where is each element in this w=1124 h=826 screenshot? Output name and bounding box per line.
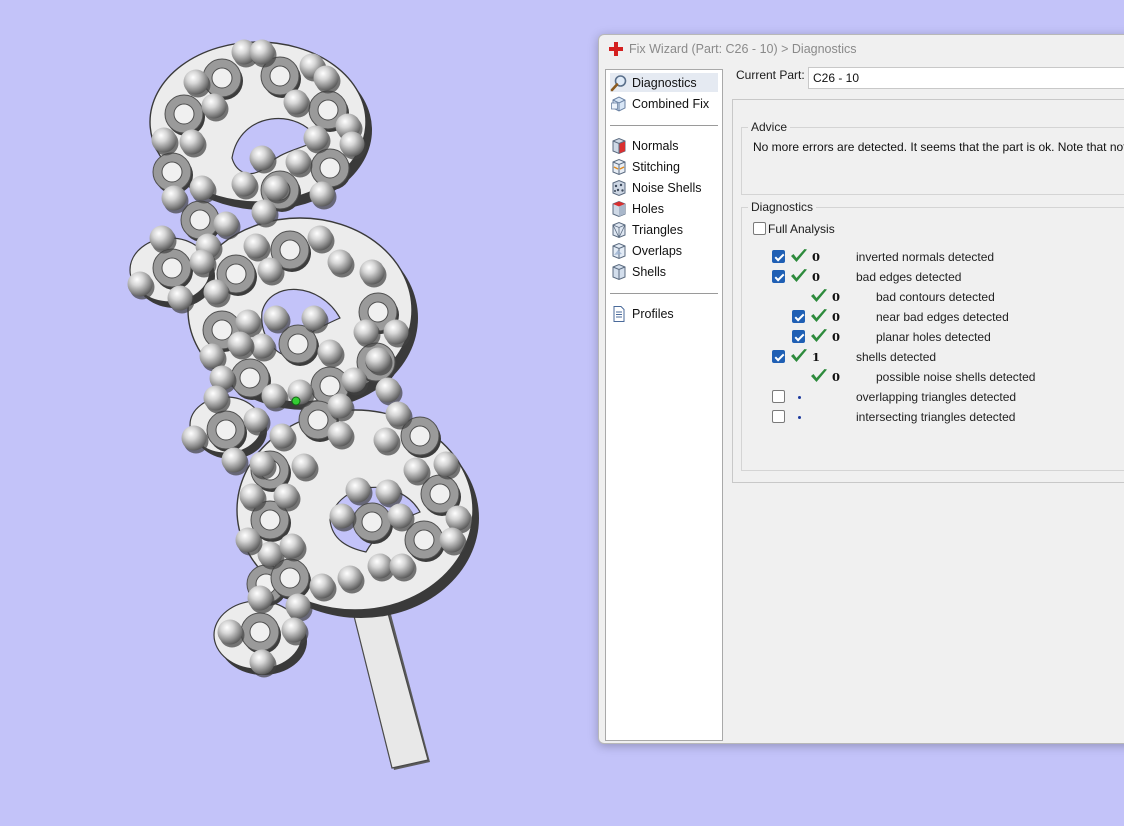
title-bar[interactable]: Fix Wizard (Part: C26 - 10) > Diagnostic… <box>599 35 1124 63</box>
nav-item-profiles[interactable]: Profiles <box>610 304 718 323</box>
row-checkbox[interactable] <box>772 270 785 283</box>
nav-item-stitching[interactable]: Stitching <box>610 157 718 176</box>
nav-item-noise-shells[interactable]: Noise Shells <box>610 178 718 197</box>
red-cross-icon <box>609 42 623 56</box>
magnifier-icon <box>610 74 627 91</box>
nav-item-holes[interactable]: Holes <box>610 199 718 218</box>
nav-separator <box>610 293 718 294</box>
advice-group: Advice No more errors are detected. It s… <box>741 120 1124 195</box>
window-title: Fix Wizard (Part: C26 - 10) > Diagnostic… <box>629 42 857 56</box>
checkmark-icon <box>811 369 827 382</box>
checkmark-icon <box>791 349 807 362</box>
full-analysis-label: Full Analysis <box>768 222 835 236</box>
normals-icon <box>612 137 626 154</box>
row-label: bad edges detected <box>856 270 962 284</box>
nav-item-triangles[interactable]: Triangles <box>610 220 718 239</box>
fix-wizard-dialog: Fix Wizard (Part: C26 - 10) > Diagnostic… <box>598 34 1124 744</box>
triangles-icon <box>612 221 626 238</box>
diagnostics-group: Diagnostics Full Analysis 0 inverted norm… <box>741 200 1124 471</box>
row-count: 0 <box>832 290 841 304</box>
current-part-label: Current Part: <box>736 68 805 82</box>
nav-item-overlaps[interactable]: Overlaps <box>610 241 718 260</box>
current-part-field[interactable]: C26 - 10 <box>808 67 1124 89</box>
row-count: 0 <box>832 370 841 384</box>
diagnostics-panel: Advice No more errors are detected. It s… <box>732 99 1124 483</box>
shells-icon <box>612 263 626 280</box>
wizard-nav: Diagnostics Combined Fix Normals Stitchi… <box>605 69 723 741</box>
nav-item-shells[interactable]: Shells <box>610 262 718 281</box>
row-count: 0 <box>832 330 841 344</box>
row-count: 0 <box>812 250 821 264</box>
row-label: inverted normals detected <box>856 250 995 264</box>
nav-item-diagnostics[interactable]: Diagnostics <box>610 73 718 92</box>
row-count: 0 <box>832 310 841 324</box>
checkmark-icon <box>791 249 807 262</box>
profiles-icon <box>613 305 625 322</box>
pending-dot-icon <box>798 416 801 419</box>
stitching-icon <box>612 158 626 175</box>
checkmark-icon <box>811 289 827 302</box>
row-checkbox[interactable] <box>792 310 805 323</box>
row-label: possible noise shells detected <box>876 370 1036 384</box>
diagnostics-title: Diagnostics <box>748 200 817 214</box>
row-label: bad contours detected <box>876 290 995 304</box>
nav-item-normals[interactable]: Normals <box>610 136 718 155</box>
noise-shells-icon <box>612 179 626 196</box>
row-checkbox[interactable] <box>772 410 785 423</box>
row-count: 1 <box>812 350 821 364</box>
row-checkbox[interactable] <box>772 350 785 363</box>
holes-icon <box>612 200 626 217</box>
3d-viewport[interactable] <box>0 0 600 826</box>
full-analysis-checkbox[interactable] <box>753 222 766 235</box>
advice-text: No more errors are detected. It seems th… <box>753 140 1124 154</box>
row-label: near bad edges detected <box>876 310 1009 324</box>
row-label: intersecting triangles detected <box>856 410 1016 424</box>
row-label: shells detected <box>856 350 937 364</box>
row-count: 0 <box>812 270 821 284</box>
checkmark-icon <box>811 309 827 322</box>
row-checkbox[interactable] <box>772 250 785 263</box>
combined-fix-icon <box>611 95 626 112</box>
part-model[interactable] <box>0 0 600 826</box>
checkmark-icon <box>791 269 807 282</box>
advice-title: Advice <box>748 120 791 134</box>
row-checkbox[interactable] <box>772 390 785 403</box>
nav-separator <box>610 125 718 126</box>
nav-item-combined-fix[interactable]: Combined Fix <box>610 94 718 113</box>
row-label: planar holes detected <box>876 330 991 344</box>
pending-dot-icon <box>798 396 801 399</box>
row-label: overlapping triangles detected <box>856 390 1017 404</box>
checkmark-icon <box>811 329 827 342</box>
overlaps-icon <box>612 242 626 259</box>
row-checkbox[interactable] <box>792 330 805 343</box>
